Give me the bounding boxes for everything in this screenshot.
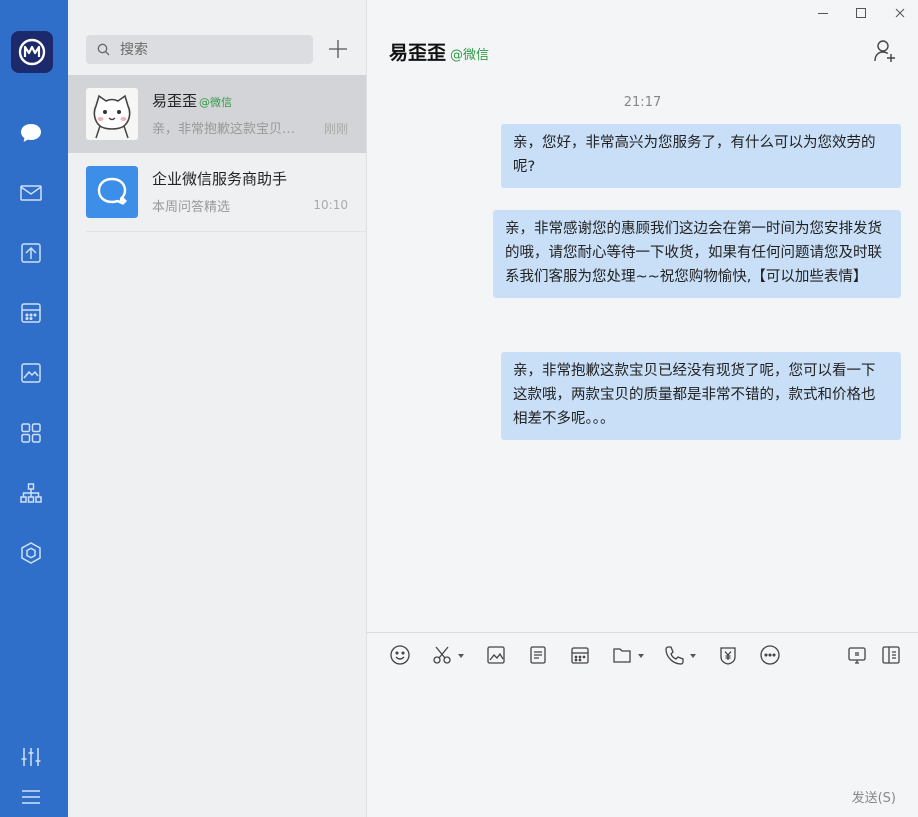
conversation-time: 刚刚 (323, 122, 348, 136)
calendar-icon[interactable] (18, 300, 44, 326)
chat-source: @微信 (450, 48, 490, 63)
image-icon[interactable] (18, 360, 44, 386)
add-member-button[interactable] (872, 38, 898, 64)
message-bubble: 亲，您好，非常高兴为您服务了，有什么可以为您效劳的呢? (501, 124, 901, 188)
conversation-item[interactable]: 企业微信服务商助手 本周问答精选 10:10 (68, 153, 366, 231)
menu-icon[interactable] (18, 784, 44, 810)
minimize-icon (818, 13, 828, 14)
file-button[interactable] (611, 644, 633, 666)
conversation-preview: 亲，非常抱歉这款宝贝已经没有现货了呢，您可以看一下这款哦 (152, 122, 302, 137)
calendar-icon (571, 647, 589, 664)
chevron-down-icon[interactable] (690, 654, 696, 658)
mail-icon[interactable] (18, 180, 44, 206)
avatar (86, 88, 138, 140)
conversation-preview: 本周问答精选 (152, 200, 231, 215)
conversation-source: @微信 (199, 96, 233, 109)
notes-icon (530, 646, 546, 664)
avatar (86, 166, 138, 218)
close-button[interactable] (893, 6, 907, 20)
chevron-down-icon[interactable] (458, 654, 464, 658)
settings-sliders-icon[interactable] (18, 744, 44, 770)
message-input[interactable] (385, 676, 904, 780)
more-icon (760, 645, 780, 665)
search-input[interactable] (118, 40, 312, 59)
calendar-button[interactable] (569, 644, 591, 666)
maximize-button[interactable] (854, 6, 868, 20)
screen-share-icon (848, 647, 866, 664)
add-button[interactable] (327, 38, 349, 60)
search-box[interactable] (86, 35, 313, 64)
more-button[interactable] (759, 644, 781, 666)
app-logo[interactable] (11, 31, 53, 73)
sidebar-icon (882, 646, 900, 664)
conversation-name-text: 易歪歪 (152, 92, 198, 110)
apps-grid-icon[interactable] (18, 420, 44, 446)
add-user-icon (874, 40, 895, 62)
emoji-icon (390, 645, 410, 665)
message-timestamp: 21:17 (623, 95, 662, 110)
screenshot-button[interactable] (431, 644, 453, 666)
chevron-down-icon[interactable] (638, 654, 644, 658)
search-icon (97, 43, 110, 56)
screen-share-button[interactable] (846, 644, 868, 666)
payment-icon (720, 647, 736, 665)
plus-icon (329, 40, 347, 58)
conversation-list: 易歪歪@微信 亲，非常抱歉这款宝贝已经没有现货了呢，您可以看一下这款哦 刚刚 企… (68, 0, 367, 817)
scissors-icon (433, 646, 451, 664)
emoji-button[interactable] (389, 644, 411, 666)
chat-title: 易歪歪 @微信 (389, 38, 489, 65)
conversation-name: 易歪歪 @微信 (152, 90, 232, 111)
left-rail (0, 0, 68, 817)
maximize-icon (856, 8, 866, 18)
composer-divider (367, 632, 918, 633)
sidebar-toggle-button[interactable] (880, 644, 902, 666)
message-bubble: 亲，非常抱歉这款宝贝已经没有现货了呢，您可以看一下这款哦，两款宝贝的质量都是非常… (501, 352, 901, 440)
conversation-item[interactable]: 易歪歪@微信 亲，非常抱歉这款宝贝已经没有现货了呢，您可以看一下这款哦 刚刚 (68, 75, 366, 153)
chat-title-text: 易歪歪 (389, 42, 447, 64)
call-button[interactable] (663, 644, 685, 666)
cube-icon[interactable] (18, 540, 44, 566)
image-icon (487, 646, 505, 664)
minimize-button[interactable] (816, 6, 830, 20)
conversation-time: 10:10 (313, 198, 348, 212)
chat-pane: 易歪歪 @微信 21:17 亲，您好，非常高兴为您服务了，有什么可以为您效劳的呢?… (367, 0, 918, 817)
phone-icon (665, 646, 684, 665)
notes-button[interactable] (527, 644, 549, 666)
app-logo-icon (18, 38, 46, 66)
conversation-name: 企业微信服务商助手 (152, 170, 288, 188)
list-divider (86, 231, 366, 232)
payment-button[interactable] (717, 644, 739, 666)
org-chart-icon[interactable] (18, 480, 44, 506)
chat-icon[interactable] (18, 120, 44, 146)
send-button[interactable]: 发送(S) (852, 787, 896, 806)
folder-icon (613, 648, 631, 663)
image-button[interactable] (485, 644, 507, 666)
message-bubble: 亲，非常感谢您的惠顾我们这边会在第一时间为您安排发货的哦，请您耐心等待一下收货，… (493, 210, 901, 298)
composer-toolbar (367, 642, 918, 668)
close-icon (895, 8, 905, 18)
document-icon[interactable] (18, 240, 44, 266)
